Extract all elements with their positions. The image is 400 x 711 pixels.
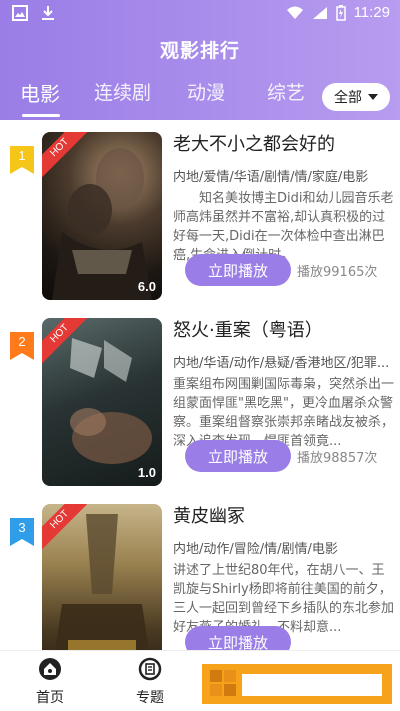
tab-series[interactable]: 连续剧	[94, 78, 151, 105]
tab-movie[interactable]: 电影	[20, 78, 60, 107]
rank-number: 2	[18, 334, 26, 349]
rating-score: 1.0	[137, 465, 156, 480]
filter-dropdown[interactable]: 全部	[322, 83, 390, 111]
movie-poster[interactable]: HOT	[42, 504, 162, 650]
play-now-button[interactable]: 立即播放	[185, 254, 291, 286]
play-row: 立即播放 播放98857次	[185, 440, 400, 472]
rank-number: 1	[18, 148, 26, 163]
movie-tags: 内地/华语/动作/悬疑/香港地区/犯罪...	[173, 356, 390, 371]
play-count: 播放98857次	[297, 450, 378, 466]
signal-icon	[312, 6, 327, 19]
rank-badge: 1	[10, 146, 34, 174]
movie-title[interactable]: 黄皮幽冢	[173, 502, 395, 528]
play-count: 播放99165次	[297, 264, 378, 280]
wifi-icon	[286, 6, 303, 19]
ad-banner[interactable]	[202, 664, 392, 704]
image-notification-icon	[12, 5, 28, 21]
movie-info: 老大不小之都会好的 内地/爱情/华语/剧情/情/家庭/电影 知名美妆博主Didi…	[173, 130, 395, 265]
movie-title[interactable]: 老大不小之都会好的	[173, 130, 395, 156]
status-time: 11:29	[353, 4, 390, 21]
rank-badge: 3	[10, 518, 34, 546]
download-icon	[42, 6, 54, 20]
nav-home-label: 首页	[36, 690, 64, 706]
tab-variety[interactable]: 综艺	[267, 78, 305, 105]
movie-info: 黄皮幽冢 内地/动作/冒险/情/剧情/电影 讲述了上世纪80年代，在胡八一、王凯…	[173, 502, 395, 637]
play-now-button[interactable]: 立即播放	[185, 440, 291, 472]
status-bar: 11:29	[0, 0, 400, 30]
filter-label: 全部	[334, 90, 362, 106]
nav-home[interactable]: 首页	[20, 657, 80, 707]
rating-score: 6.0	[137, 279, 156, 294]
play-now-button[interactable]: 立即播放	[185, 626, 291, 650]
movie-info: 怒火·重案（粤语） 内地/华语/动作/悬疑/香港地区/犯罪... 重案组布网围剿…	[173, 316, 395, 451]
nav-topics[interactable]: 专题	[120, 657, 180, 707]
ad-logo-icon	[210, 670, 236, 696]
list-item: 2 HOT 1.0 怒火·重案（粤语） 内地/华语/动作/悬疑/香港地区/犯罪.…	[0, 306, 400, 492]
list-item: 3 HOT 黄皮幽冢 内地/动作/冒险/情/剧情/电影 讲述了上世纪80年代，在…	[0, 492, 400, 650]
movie-poster[interactable]: HOT 1.0	[42, 318, 162, 486]
home-icon	[39, 658, 61, 680]
rank-number: 3	[18, 520, 26, 535]
movie-tags: 内地/动作/冒险/情/剧情/电影	[173, 542, 338, 557]
active-tab-indicator	[22, 114, 60, 117]
play-row: 立即播放 播放99165次	[185, 254, 400, 286]
movie-poster[interactable]: HOT 6.0	[42, 132, 162, 300]
tab-anime[interactable]: 动漫	[187, 78, 225, 105]
page-title: 观影排行	[159, 40, 240, 62]
nav-topics-label: 专题	[136, 690, 164, 706]
ranking-list: 1 HOT 6.0 老大不小之都会好的 内地/爱情/华语/剧情/情/家庭/电影 …	[0, 120, 400, 650]
rank-badge: 2	[10, 332, 34, 360]
list-item: 1 HOT 6.0 老大不小之都会好的 内地/爱情/华语/剧情/情/家庭/电影 …	[0, 120, 400, 306]
movie-tags: 内地/爱情/华语/剧情/情/家庭/电影	[173, 170, 369, 185]
movie-title[interactable]: 怒火·重案（粤语）	[173, 316, 395, 342]
ad-content	[242, 674, 382, 696]
header-bar: 11:29 观影排行 电影 连续剧 动漫 综艺 全部	[0, 0, 400, 120]
caret-down-icon	[368, 94, 378, 100]
play-row: 立即播放	[185, 626, 400, 650]
battery-icon	[335, 4, 346, 21]
topic-icon	[138, 657, 162, 681]
